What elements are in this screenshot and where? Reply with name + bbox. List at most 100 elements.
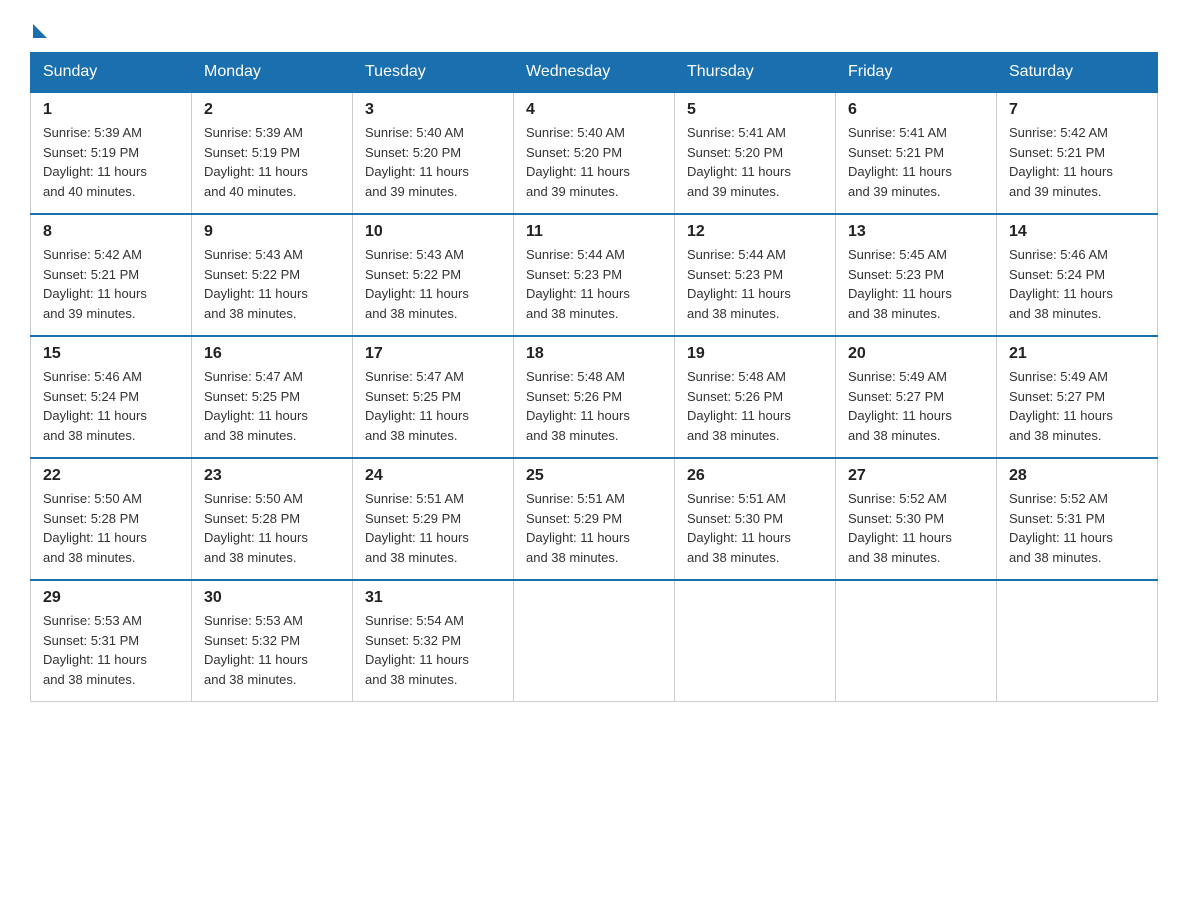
column-header-friday: Friday: [836, 53, 997, 93]
logo-top: [30, 20, 47, 38]
logo: [30, 20, 47, 34]
calendar-cell: 29 Sunrise: 5:53 AM Sunset: 5:31 PM Dayl…: [31, 580, 192, 702]
day-info: Sunrise: 5:50 AM Sunset: 5:28 PM Dayligh…: [43, 489, 179, 567]
calendar-header-row: SundayMondayTuesdayWednesdayThursdayFrid…: [31, 53, 1158, 93]
calendar-cell: 3 Sunrise: 5:40 AM Sunset: 5:20 PM Dayli…: [353, 92, 514, 214]
day-number: 25: [526, 467, 662, 485]
calendar-cell: 8 Sunrise: 5:42 AM Sunset: 5:21 PM Dayli…: [31, 214, 192, 336]
day-number: 22: [43, 467, 179, 485]
day-number: 21: [1009, 345, 1145, 363]
calendar-cell: 13 Sunrise: 5:45 AM Sunset: 5:23 PM Dayl…: [836, 214, 997, 336]
calendar-cell: 7 Sunrise: 5:42 AM Sunset: 5:21 PM Dayli…: [997, 92, 1158, 214]
day-number: 11: [526, 223, 662, 241]
calendar-cell: [514, 580, 675, 702]
day-number: 14: [1009, 223, 1145, 241]
day-info: Sunrise: 5:39 AM Sunset: 5:19 PM Dayligh…: [204, 123, 340, 201]
day-info: Sunrise: 5:53 AM Sunset: 5:31 PM Dayligh…: [43, 611, 179, 689]
day-number: 24: [365, 467, 501, 485]
day-number: 10: [365, 223, 501, 241]
day-info: Sunrise: 5:47 AM Sunset: 5:25 PM Dayligh…: [204, 367, 340, 445]
calendar-cell: 20 Sunrise: 5:49 AM Sunset: 5:27 PM Dayl…: [836, 336, 997, 458]
calendar-cell: 15 Sunrise: 5:46 AM Sunset: 5:24 PM Dayl…: [31, 336, 192, 458]
column-header-saturday: Saturday: [997, 53, 1158, 93]
day-number: 7: [1009, 101, 1145, 119]
day-info: Sunrise: 5:51 AM Sunset: 5:30 PM Dayligh…: [687, 489, 823, 567]
day-info: Sunrise: 5:44 AM Sunset: 5:23 PM Dayligh…: [687, 245, 823, 323]
day-info: Sunrise: 5:48 AM Sunset: 5:26 PM Dayligh…: [526, 367, 662, 445]
calendar-cell: [836, 580, 997, 702]
day-info: Sunrise: 5:42 AM Sunset: 5:21 PM Dayligh…: [1009, 123, 1145, 201]
day-info: Sunrise: 5:52 AM Sunset: 5:31 PM Dayligh…: [1009, 489, 1145, 567]
day-info: Sunrise: 5:45 AM Sunset: 5:23 PM Dayligh…: [848, 245, 984, 323]
calendar-cell: 2 Sunrise: 5:39 AM Sunset: 5:19 PM Dayli…: [192, 92, 353, 214]
calendar-cell: 24 Sunrise: 5:51 AM Sunset: 5:29 PM Dayl…: [353, 458, 514, 580]
day-info: Sunrise: 5:46 AM Sunset: 5:24 PM Dayligh…: [1009, 245, 1145, 323]
day-number: 19: [687, 345, 823, 363]
day-info: Sunrise: 5:42 AM Sunset: 5:21 PM Dayligh…: [43, 245, 179, 323]
day-number: 15: [43, 345, 179, 363]
day-info: Sunrise: 5:41 AM Sunset: 5:20 PM Dayligh…: [687, 123, 823, 201]
day-number: 2: [204, 101, 340, 119]
day-number: 28: [1009, 467, 1145, 485]
calendar-cell: 14 Sunrise: 5:46 AM Sunset: 5:24 PM Dayl…: [997, 214, 1158, 336]
day-info: Sunrise: 5:49 AM Sunset: 5:27 PM Dayligh…: [1009, 367, 1145, 445]
day-number: 12: [687, 223, 823, 241]
column-header-wednesday: Wednesday: [514, 53, 675, 93]
calendar-cell: 22 Sunrise: 5:50 AM Sunset: 5:28 PM Dayl…: [31, 458, 192, 580]
calendar-cell: 9 Sunrise: 5:43 AM Sunset: 5:22 PM Dayli…: [192, 214, 353, 336]
calendar-cell: 12 Sunrise: 5:44 AM Sunset: 5:23 PM Dayl…: [675, 214, 836, 336]
day-number: 31: [365, 589, 501, 607]
calendar-week-row: 1 Sunrise: 5:39 AM Sunset: 5:19 PM Dayli…: [31, 92, 1158, 214]
calendar-cell: 6 Sunrise: 5:41 AM Sunset: 5:21 PM Dayli…: [836, 92, 997, 214]
calendar-cell: 17 Sunrise: 5:47 AM Sunset: 5:25 PM Dayl…: [353, 336, 514, 458]
day-info: Sunrise: 5:47 AM Sunset: 5:25 PM Dayligh…: [365, 367, 501, 445]
day-info: Sunrise: 5:39 AM Sunset: 5:19 PM Dayligh…: [43, 123, 179, 201]
day-number: 3: [365, 101, 501, 119]
day-number: 26: [687, 467, 823, 485]
day-number: 20: [848, 345, 984, 363]
calendar-week-row: 29 Sunrise: 5:53 AM Sunset: 5:31 PM Dayl…: [31, 580, 1158, 702]
calendar-cell: 10 Sunrise: 5:43 AM Sunset: 5:22 PM Dayl…: [353, 214, 514, 336]
page-header: [30, 20, 1158, 34]
column-header-monday: Monday: [192, 53, 353, 93]
calendar-table: SundayMondayTuesdayWednesdayThursdayFrid…: [30, 52, 1158, 702]
calendar-week-row: 15 Sunrise: 5:46 AM Sunset: 5:24 PM Dayl…: [31, 336, 1158, 458]
day-number: 18: [526, 345, 662, 363]
calendar-cell: 16 Sunrise: 5:47 AM Sunset: 5:25 PM Dayl…: [192, 336, 353, 458]
calendar-cell: 30 Sunrise: 5:53 AM Sunset: 5:32 PM Dayl…: [192, 580, 353, 702]
calendar-cell: 27 Sunrise: 5:52 AM Sunset: 5:30 PM Dayl…: [836, 458, 997, 580]
day-info: Sunrise: 5:40 AM Sunset: 5:20 PM Dayligh…: [526, 123, 662, 201]
day-info: Sunrise: 5:40 AM Sunset: 5:20 PM Dayligh…: [365, 123, 501, 201]
day-number: 1: [43, 101, 179, 119]
day-info: Sunrise: 5:41 AM Sunset: 5:21 PM Dayligh…: [848, 123, 984, 201]
column-header-tuesday: Tuesday: [353, 53, 514, 93]
column-header-thursday: Thursday: [675, 53, 836, 93]
day-info: Sunrise: 5:48 AM Sunset: 5:26 PM Dayligh…: [687, 367, 823, 445]
day-number: 27: [848, 467, 984, 485]
day-number: 16: [204, 345, 340, 363]
column-header-sunday: Sunday: [31, 53, 192, 93]
day-info: Sunrise: 5:50 AM Sunset: 5:28 PM Dayligh…: [204, 489, 340, 567]
calendar-cell: 11 Sunrise: 5:44 AM Sunset: 5:23 PM Dayl…: [514, 214, 675, 336]
day-info: Sunrise: 5:49 AM Sunset: 5:27 PM Dayligh…: [848, 367, 984, 445]
logo-triangle-icon: [33, 24, 47, 38]
calendar-cell: 31 Sunrise: 5:54 AM Sunset: 5:32 PM Dayl…: [353, 580, 514, 702]
calendar-cell: 19 Sunrise: 5:48 AM Sunset: 5:26 PM Dayl…: [675, 336, 836, 458]
day-number: 30: [204, 589, 340, 607]
day-number: 17: [365, 345, 501, 363]
calendar-cell: 23 Sunrise: 5:50 AM Sunset: 5:28 PM Dayl…: [192, 458, 353, 580]
day-number: 6: [848, 101, 984, 119]
day-number: 5: [687, 101, 823, 119]
calendar-cell: 21 Sunrise: 5:49 AM Sunset: 5:27 PM Dayl…: [997, 336, 1158, 458]
day-info: Sunrise: 5:43 AM Sunset: 5:22 PM Dayligh…: [365, 245, 501, 323]
day-number: 23: [204, 467, 340, 485]
calendar-cell: 26 Sunrise: 5:51 AM Sunset: 5:30 PM Dayl…: [675, 458, 836, 580]
calendar-cell: 28 Sunrise: 5:52 AM Sunset: 5:31 PM Dayl…: [997, 458, 1158, 580]
day-number: 29: [43, 589, 179, 607]
day-info: Sunrise: 5:44 AM Sunset: 5:23 PM Dayligh…: [526, 245, 662, 323]
calendar-week-row: 22 Sunrise: 5:50 AM Sunset: 5:28 PM Dayl…: [31, 458, 1158, 580]
calendar-cell: 5 Sunrise: 5:41 AM Sunset: 5:20 PM Dayli…: [675, 92, 836, 214]
day-info: Sunrise: 5:52 AM Sunset: 5:30 PM Dayligh…: [848, 489, 984, 567]
calendar-cell: [675, 580, 836, 702]
calendar-week-row: 8 Sunrise: 5:42 AM Sunset: 5:21 PM Dayli…: [31, 214, 1158, 336]
